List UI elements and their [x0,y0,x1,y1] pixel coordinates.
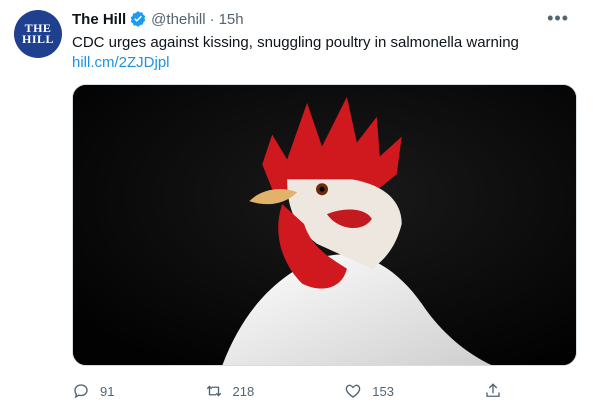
tweet-actions: 91 218 153 [72,377,502,405]
avatar-line2: HILL [21,32,54,46]
verified-badge-icon [129,10,147,28]
share-icon [486,383,500,397]
author-handle[interactable]: @thehill [151,11,205,28]
tweet-header: The Hill @thehill · 15h ••• [72,8,583,30]
rooster-image [73,85,576,365]
tweet-image[interactable] [72,84,577,366]
author-name[interactable]: The Hill [72,11,126,28]
more-icon[interactable]: ••• [547,8,569,29]
like-count: 153 [372,383,394,399]
tweet-link[interactable]: hill.cm/2ZJDjpl [72,53,170,73]
reply-icon [74,384,88,399]
reply-count: 91 [100,383,115,399]
like-icon [345,384,361,398]
timestamp[interactable]: 15h [219,11,244,28]
like-button[interactable]: 153 [344,382,394,400]
separator-dot: · [209,10,215,28]
retweet-button[interactable]: 218 [205,382,255,400]
retweet-icon [206,385,221,397]
tweet-text: CDC urges against kissing, snuggling pou… [72,34,519,51]
retweet-count: 218 [232,383,255,399]
reply-button[interactable]: 91 [72,382,114,400]
share-button[interactable] [484,382,502,400]
avatar[interactable]: THE HILL [14,10,62,58]
